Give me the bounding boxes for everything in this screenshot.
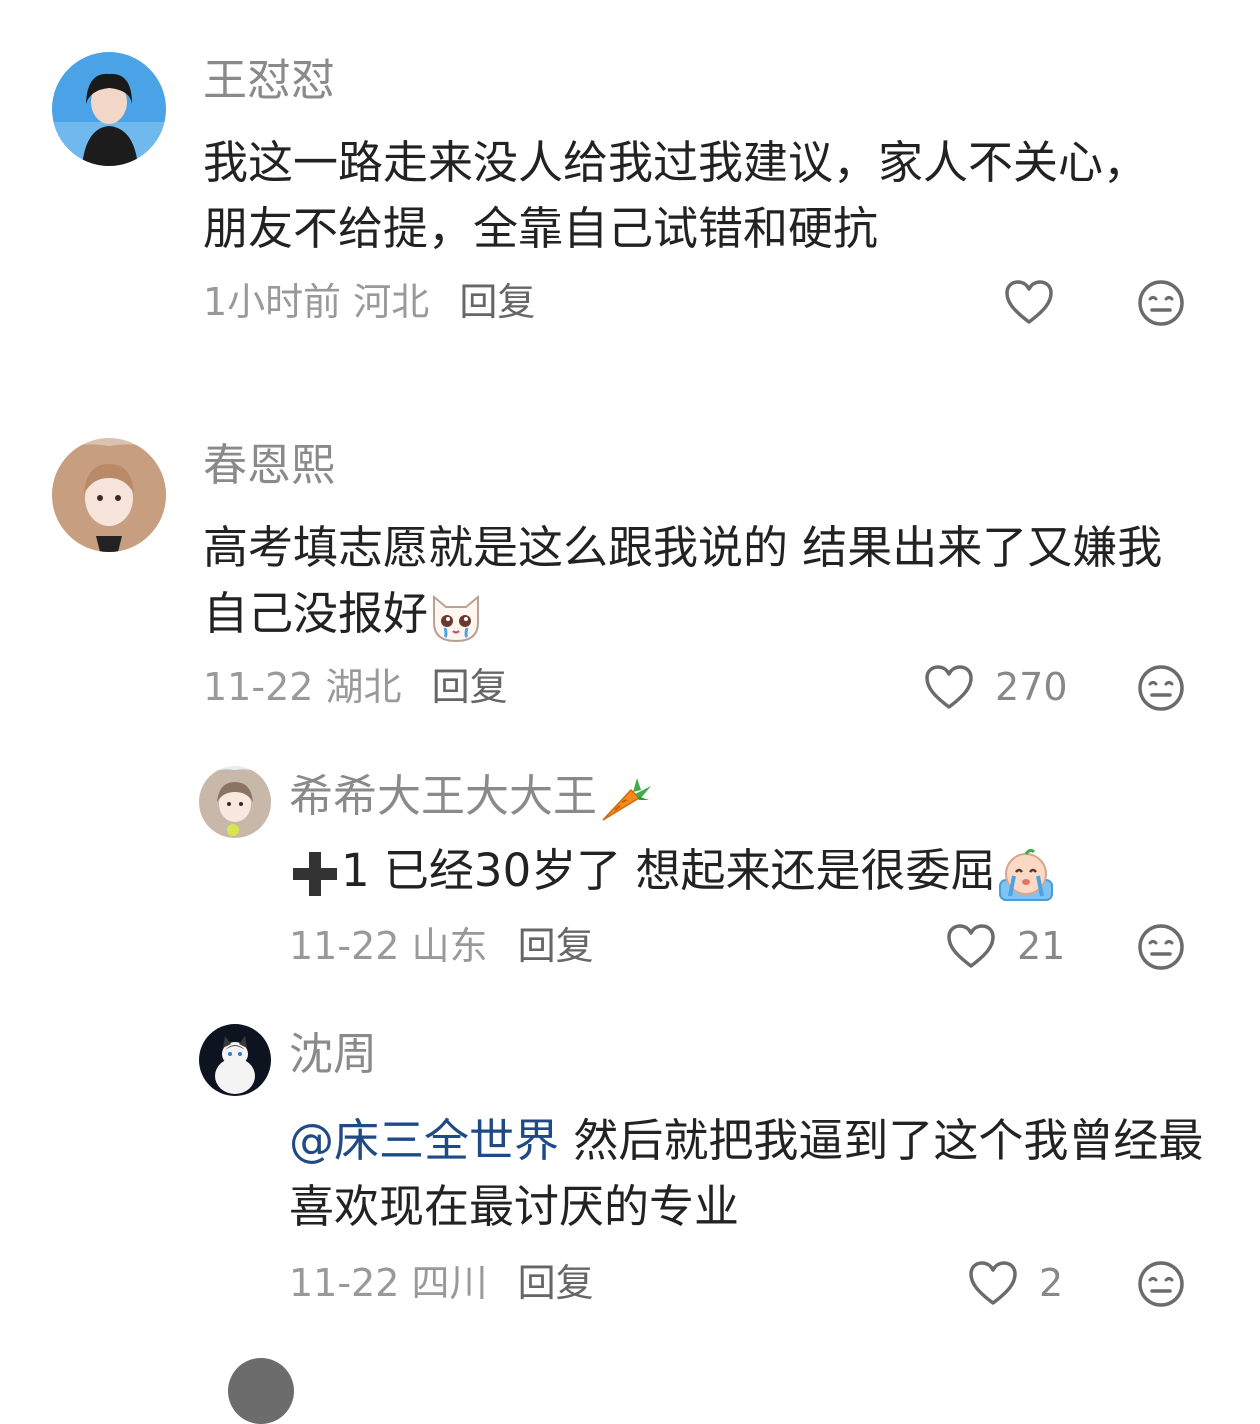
mention-link[interactable]: @床三全世界 xyxy=(289,1114,559,1167)
neutral-face-icon xyxy=(1138,665,1184,711)
like-button[interactable] xyxy=(1003,277,1075,327)
heart-outline-icon xyxy=(925,665,973,709)
like-count: 270 xyxy=(995,665,1068,709)
like-button[interactable]: 270 xyxy=(923,662,1068,712)
carrot-icon xyxy=(597,774,655,824)
neutral-face-icon xyxy=(1138,1261,1184,1307)
comment-location: 山东 xyxy=(411,924,488,968)
like-count: 21 xyxy=(1017,924,1066,968)
avatar[interactable] xyxy=(52,52,166,166)
neutral-face-icon xyxy=(1138,280,1184,326)
comment-location: 四川 xyxy=(411,1261,488,1305)
username-text: 希希大王大大王 xyxy=(289,771,597,822)
comment-time: 11-22 xyxy=(289,1261,400,1305)
heart-outline-icon xyxy=(1005,280,1053,324)
comment-meta: 11-22 湖北 回复 xyxy=(203,665,508,709)
dislike-button[interactable] xyxy=(1137,1260,1185,1308)
comment-text-content: 高考填志愿就是这么跟我说的 结果出来了又嫌我自己没报好 xyxy=(203,521,1163,640)
crying-face-emoji-icon xyxy=(996,846,1056,902)
like-button[interactable]: 21 xyxy=(945,921,1065,971)
comment-text: @床三全世界 然后就把我逼到了这个我曾经最喜欢现在最讨厌的专业 xyxy=(289,1108,1209,1240)
comment-time: 1小时前 xyxy=(203,280,342,324)
reply-button[interactable]: 回复 xyxy=(459,280,535,324)
comment-meta: 1小时前 河北 回复 xyxy=(203,280,535,324)
dislike-button[interactable] xyxy=(1137,923,1185,971)
avatar[interactable] xyxy=(199,1024,271,1096)
reply-button[interactable]: 回复 xyxy=(518,924,594,968)
avatar[interactable] xyxy=(52,438,166,552)
comment-text: 我这一路走来没人给我过我建议，家人不关心，朋友不给提，全靠自己试错和硬抗 xyxy=(203,136,1149,255)
comment-text: 高考填志愿就是这么跟我说的 结果出来了又嫌我自己没报好 xyxy=(203,515,1203,647)
neutral-face-icon xyxy=(1138,924,1184,970)
username[interactable]: 王怼怼 xyxy=(203,56,335,106)
plus-icon xyxy=(289,848,341,900)
dislike-button[interactable] xyxy=(1137,279,1185,327)
reply-button[interactable]: 回复 xyxy=(432,665,508,709)
username[interactable]: 希希大王大大王 xyxy=(289,772,655,824)
comment-time: 11-22 xyxy=(203,665,314,709)
heart-outline-icon xyxy=(969,1261,1017,1305)
username[interactable]: 沈周 xyxy=(289,1030,377,1080)
comment-text-content: 1 已经30岁了 想起来还是很委屈 xyxy=(341,844,996,897)
dislike-button[interactable] xyxy=(1137,664,1185,712)
crying-cat-emoji-icon xyxy=(428,591,484,643)
avatar[interactable] xyxy=(199,766,271,838)
comment-location: 湖北 xyxy=(325,665,402,709)
heart-outline-icon xyxy=(947,924,995,968)
reply-button[interactable]: 回复 xyxy=(518,1261,594,1305)
comment-meta: 11-22 四川 回复 xyxy=(289,1261,594,1305)
comment-time: 11-22 xyxy=(289,924,400,968)
like-button[interactable]: 2 xyxy=(967,1258,1063,1308)
username[interactable]: 春恩熙 xyxy=(203,441,335,491)
comment-meta: 11-22 山东 回复 xyxy=(289,924,594,968)
comment-text: 1 已经30岁了 想起来还是很委屈 xyxy=(289,838,1189,904)
like-count: 2 xyxy=(1039,1261,1064,1305)
comment-location: 河北 xyxy=(353,280,430,324)
